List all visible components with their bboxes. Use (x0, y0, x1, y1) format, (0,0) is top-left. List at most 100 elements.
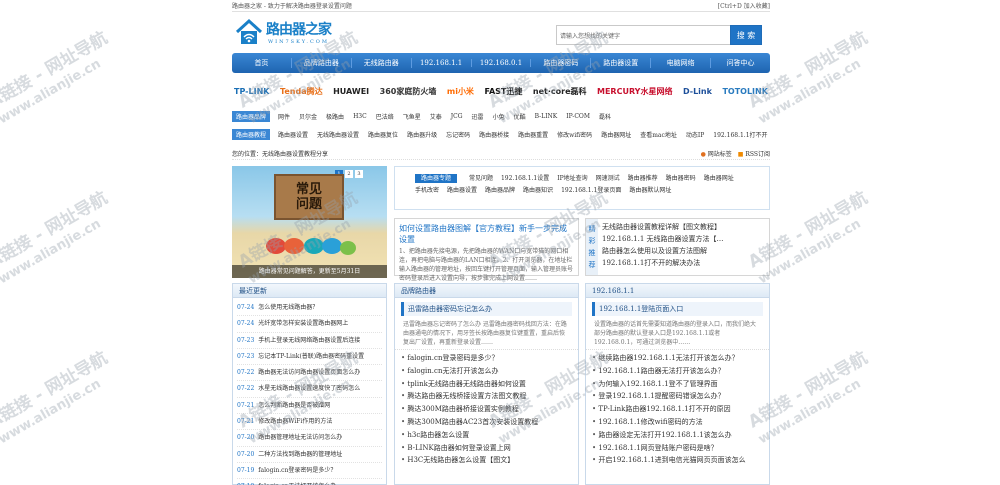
topic-link[interactable]: 路由器密码 (666, 175, 696, 182)
tutorial-link[interactable]: 无线路由器设置 (317, 130, 359, 139)
brand-article-link[interactable]: h3c路由器怎么设置 (401, 429, 572, 442)
topic-link[interactable]: 路由器网址 (704, 175, 734, 182)
topic-link[interactable]: 路由器设置 (447, 187, 477, 194)
brand-logo[interactable]: mi小米 (447, 86, 474, 97)
brand-article-link[interactable]: 腾达路由器无线桥接设置方法图文教程 (401, 390, 572, 403)
topic-link[interactable]: 路由器默认网址 (629, 187, 671, 194)
news-item[interactable]: 07-23 忘记本TP-Link(普联)路由器密码重设置 (237, 349, 382, 366)
news-title[interactable]: 路由器管理地址无法访问怎么办 (258, 434, 342, 441)
recommend-item[interactable]: 192.168.1.1 无线路由器设置方法【… (602, 233, 765, 245)
topic-link[interactable]: 192.168.1.1登录页面 (561, 187, 621, 194)
brand-link[interactable]: IP-COM (566, 113, 590, 120)
ip-column-headline[interactable]: 192.168.1.1登陆页面入口 (592, 302, 763, 316)
nav-item-wireless-routers[interactable]: 无线路由器 (352, 58, 412, 68)
brand-link[interactable]: 贝尔金 (299, 112, 317, 121)
recommend-item[interactable]: 无线路由器设置教程详解【图文教程】 (602, 221, 765, 233)
search-input[interactable]: 请输入您想找的关键字 (556, 25, 730, 45)
news-item[interactable]: 07-20 二种方法找到路由器的管理地址 (237, 447, 382, 463)
tutorial-link[interactable]: 路由器升级 (407, 130, 437, 139)
topic-link[interactable]: 路由器知识 (523, 187, 553, 194)
slider-dot[interactable]: 2 (345, 170, 353, 178)
brand-link[interactable]: 磊科 (599, 112, 611, 121)
news-title[interactable]: falogin.cn登录密码是多少？ (258, 467, 336, 474)
rss-link[interactable]: ■ RSS订阅 (738, 149, 770, 158)
news-item[interactable]: 07-23 手机上登录无线网络路由器设置后连接 (237, 333, 382, 349)
news-title[interactable]: 水星无线路由器设置速度快了密码怎么 (258, 385, 360, 392)
brand-article-link[interactable]: H3C无线路由器怎么设置【图文】 (401, 454, 572, 467)
brand-article-link[interactable]: B-LINK路由器如何登录设置上网 (401, 442, 572, 455)
tutorial-link[interactable]: 路由器网址 (601, 130, 631, 139)
nav-item-router-password[interactable]: 路由器密码 (531, 58, 592, 68)
topic-link[interactable]: 路由器品牌 (485, 187, 515, 194)
topic-link[interactable]: IP地址查询 (557, 175, 587, 182)
news-title[interactable]: 怎么使用无线路由器？ (258, 304, 318, 311)
nav-item-home[interactable]: 首页 (232, 58, 292, 68)
brand-logo[interactable]: D-Link (683, 87, 712, 96)
ip-article-link[interactable]: TP-Link路由器192.168.1.1打不开的原因 (592, 403, 763, 416)
brand-link[interactable]: 小兔 (493, 112, 505, 121)
tutorial-link[interactable]: 忘记密码 (446, 130, 470, 139)
slider-dot[interactable]: 3 (355, 170, 363, 178)
brand-logo[interactable]: net·core磊科 (533, 86, 587, 97)
tutorial-link[interactable]: 192.168.1.1打不开 (713, 130, 767, 139)
brand-article-link[interactable]: falogin.cn无法打开该怎么办 (401, 365, 572, 378)
topic-link[interactable]: 192.168.1.1设置 (501, 175, 549, 182)
news-title[interactable]: 修改路由器WiFi作用的方法 (258, 418, 332, 425)
news-item[interactable]: 07-22 路由器无法访问路由器设置页面怎么办 (237, 365, 382, 382)
tutorial-link[interactable]: 修改wifi密码 (557, 130, 592, 139)
ip-article-link[interactable]: 继续路由器192.168.1.1无法打开该怎么办？ (592, 352, 763, 365)
news-item[interactable]: 07-24 怎么使用无线路由器？ (237, 300, 382, 317)
brand-article-link[interactable]: 腾达300M路由器桥接设置实例教程 (401, 403, 572, 416)
brand-logo[interactable]: TP-LINK (234, 87, 269, 96)
nav-item-brand-routers[interactable]: 品牌路由器 (292, 58, 352, 68)
brand-logo[interactable]: Tenda腾达 (280, 86, 323, 97)
brand-link[interactable]: 网件 (278, 112, 290, 121)
brand-link[interactable]: 艾泰 (430, 112, 442, 121)
news-title[interactable]: 二种方法找到路由器的管理地址 (258, 451, 342, 458)
banner-slider[interactable]: 1 2 3 常见 问题 路由器常见问题解答，更新至5月31日 (232, 166, 387, 278)
news-title[interactable]: 光纤宽带怎样安装设置路由器网上 (258, 320, 348, 327)
brand-link[interactable]: JCG (451, 113, 463, 120)
news-item[interactable]: 07-24 光纤宽带怎样安装设置路由器网上 (237, 316, 382, 333)
ip-article-link[interactable]: 192.168.1.1路由器无法打开该怎么办？ (592, 365, 763, 378)
ip-article-link[interactable]: 登录192.168.1.1提醒密码错误怎么办？ (592, 390, 763, 403)
ip-article-link[interactable]: 192.168.1.1网页登陆账户密码是啥？ (592, 442, 763, 455)
brand-article-link[interactable]: tplink无线路由器无线路由器如何设置 (401, 378, 572, 391)
tags-link[interactable]: ● 网站标签 (701, 149, 732, 158)
search-button[interactable]: 搜 索 (730, 25, 762, 45)
news-item[interactable]: 07-21 怎么判断路由器是否被蹭网 (237, 398, 382, 415)
brand-logo[interactable]: 360家庭防火墙 (380, 86, 437, 97)
news-title[interactable]: 路由器无法访问路由器设置页面怎么办 (258, 369, 360, 376)
news-item[interactable]: 07-22 水星无线路由器设置速度快了密码怎么 (237, 381, 382, 398)
topic-link[interactable]: 常见问题 (469, 175, 493, 182)
ip-article-link[interactable]: 为何输入192.168.1.1登不了管理界面 (592, 378, 763, 391)
brand-logo[interactable]: TOTOLINK (722, 87, 767, 96)
news-title[interactable]: 怎么判断路由器是否被蹭网 (258, 402, 330, 409)
nav-item-router-setup[interactable]: 路由器设置 (591, 58, 652, 68)
news-item[interactable]: 07-19falogin.cn无法打开该怎么办 (237, 479, 382, 485)
recommend-item[interactable]: 192.168.1.1打不开的解决办法 (602, 257, 765, 269)
topic-link[interactable]: 手机改密 (415, 187, 439, 194)
brand-column-headline[interactable]: 迅雷路由器密码忘记怎么办 (401, 302, 572, 316)
nav-item-pc-network[interactable]: 电脑网络 (651, 58, 712, 68)
tutorial-link[interactable]: 路由器桥接 (479, 130, 509, 139)
recommend-item[interactable]: 路由器怎么使用以及设置方法图解 (602, 245, 765, 257)
bookmark-link[interactable]: [Ctrl+D 加入收藏] (718, 1, 770, 10)
topic-link[interactable]: 路由器推荐 (628, 175, 658, 182)
news-item[interactable]: 07-21 修改路由器WiFi作用的方法 (237, 414, 382, 431)
brand-logo[interactable]: FAST迅捷 (484, 86, 522, 97)
banner-caption[interactable]: 路由器常见问题解答，更新至5月31日 (232, 265, 387, 278)
brand-link[interactable]: 迅雷 (472, 112, 484, 121)
brand-article-link[interactable]: falogin.cn登录密码是多少？ (401, 352, 572, 365)
brand-link[interactable]: B-LINK (535, 113, 558, 120)
brand-logo[interactable]: HUAWEI (333, 87, 369, 96)
news-item[interactable]: 07-20 路由器管理地址无法访问怎么办 (237, 430, 382, 447)
site-logo[interactable]: 路由器之家 WIN7SKY.COM (234, 18, 332, 46)
brand-logo[interactable]: MERCURY水星网络 (597, 86, 672, 97)
ip-article-link[interactable]: 开启192.168.1.1进到电信光猫网页页面该怎么 (592, 454, 763, 467)
featured-title[interactable]: 如何设置路由器图解【官方教程】新手一步完成设置 (395, 219, 578, 247)
nav-item-qa-center[interactable]: 问答中心 (711, 58, 770, 68)
news-title[interactable]: 手机上登录无线网络路由器设置后连接 (258, 337, 360, 344)
tutorial-link[interactable]: 查看mac地址 (640, 130, 677, 139)
nav-item-192-168-1-1[interactable]: 192.168.1.1 (412, 59, 472, 67)
